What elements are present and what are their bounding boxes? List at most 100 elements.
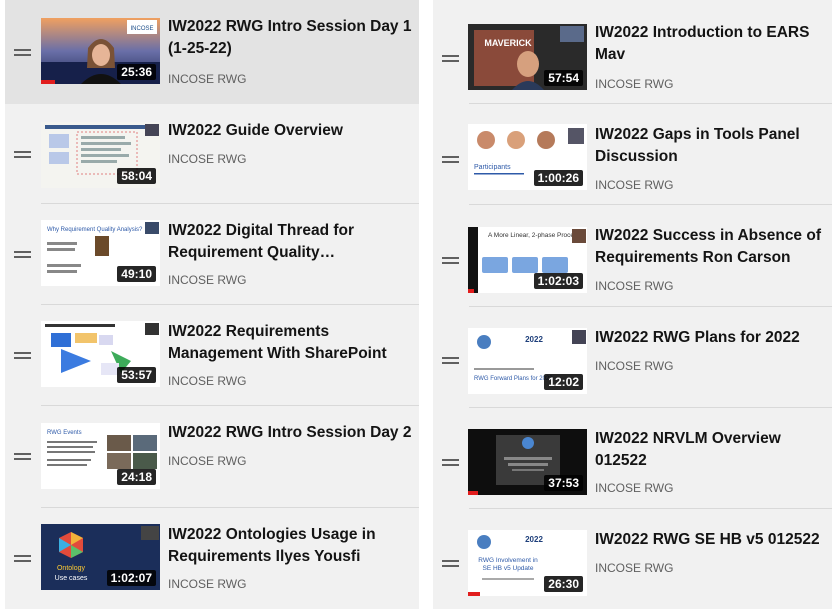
playlist-item[interactable]: Why Requirement Quality Analysis? 49:10 … <box>5 204 419 305</box>
thumbnail-heading-text: Why Requirement Quality Analysis? <box>47 227 143 233</box>
thumbnail-logo-text: INCOSE <box>130 26 153 32</box>
video-duration: 12:02 <box>544 374 583 390</box>
channel-name[interactable]: INCOSE RWG <box>168 152 246 166</box>
playlist-item[interactable]: INCOSE 25:36 IW2022 RWG Intro Session Da… <box>5 0 419 104</box>
playlist-column-right: MAVERICK 57:54 IW2022 Introduction to EA… <box>433 0 832 609</box>
video-duration: 25:36 <box>117 64 156 80</box>
title-line: IW2022 RWG Intro Session Day 2 <box>168 424 412 441</box>
video-thumbnail[interactable]: Participants 1:00:26 <box>468 124 587 190</box>
drag-handle-icon[interactable] <box>442 55 459 62</box>
playlist-item[interactable]: 53:57 IW2022 Requirements Management Wit… <box>5 305 419 406</box>
video-duration: 57:54 <box>544 70 583 86</box>
video-duration: 24:18 <box>117 469 156 485</box>
watch-progress-bar <box>468 491 478 495</box>
drag-handle-icon[interactable] <box>442 257 459 264</box>
thumbnail-year-text: 2022 <box>525 335 543 344</box>
thumbnail-caption-text: RWG Forward Plans for 2022 <box>474 376 553 382</box>
title-line: IW2022 RWG Plans for 2022 <box>595 329 800 346</box>
video-thumbnail[interactable]: Ontology Use cases 1:02:07 <box>41 524 160 590</box>
thumbnail-sign-text: MAVERICK <box>484 38 532 48</box>
title-line: Mav <box>595 46 626 63</box>
title-line: IW2022 Success in Absence of <box>595 227 821 244</box>
video-title[interactable]: IW2022 Success in Absence of Requirement… <box>595 225 821 269</box>
channel-name[interactable]: INCOSE RWG <box>595 481 673 495</box>
thumbnail-label-text: Ontology <box>57 565 86 572</box>
playlist-item[interactable]: 58:04 IW2022 Guide Overview INCOSE RWG <box>5 104 419 204</box>
playlist-item[interactable]: 2022 RWG Involvement in SE HB v5 Update … <box>433 509 832 609</box>
video-thumbnail[interactable]: 53:57 <box>41 321 160 387</box>
video-duration: 53:57 <box>117 367 156 383</box>
drag-handle-icon[interactable] <box>442 156 459 163</box>
video-title[interactable]: IW2022 Guide Overview <box>168 120 343 142</box>
video-duration: 1:02:07 <box>106 570 156 586</box>
title-line: IW2022 NRVLM Overview <box>595 430 781 447</box>
playlist-item[interactable]: A More Linear, 2-phase Process 1:02:03 I… <box>433 205 832 307</box>
title-line: Requirements Ilyes Yousfi <box>168 548 361 565</box>
channel-name[interactable]: INCOSE RWG <box>595 178 673 192</box>
video-thumbnail[interactable]: INCOSE 25:36 <box>41 18 160 84</box>
channel-name[interactable]: INCOSE RWG <box>168 454 246 468</box>
channel-name[interactable]: INCOSE RWG <box>168 273 246 287</box>
channel-name[interactable]: INCOSE RWG <box>595 359 673 373</box>
title-line: IW2022 Ontologies Usage in <box>168 526 376 543</box>
title-line: IW2022 Requirements <box>168 323 330 340</box>
watch-progress-bar <box>41 80 56 84</box>
playlist-item[interactable]: 2022 RWG Forward Plans for 2022 12:02 IW… <box>433 307 832 408</box>
channel-name[interactable]: INCOSE RWG <box>168 72 246 86</box>
video-title[interactable]: IW2022 RWG Plans for 2022 <box>595 327 800 349</box>
title-line: (1-25-22) <box>168 40 232 57</box>
video-thumbnail[interactable]: Why Requirement Quality Analysis? 49:10 <box>41 220 160 286</box>
channel-name[interactable]: INCOSE RWG <box>595 279 673 293</box>
playlist-item[interactable]: Participants 1:00:26 IW2022 Gaps in Tool… <box>433 104 832 205</box>
video-title[interactable]: IW2022 RWG Intro Session Day 1 (1-25-22) <box>168 16 411 60</box>
thumbnail-year-text: 2022 <box>525 535 543 544</box>
thumbnail-heading-text: Participants <box>474 164 511 171</box>
drag-handle-icon[interactable] <box>14 151 31 158</box>
channel-name[interactable]: INCOSE RWG <box>168 374 246 388</box>
drag-handle-icon[interactable] <box>442 560 459 567</box>
thumbnail-heading-text: RWG Events <box>47 430 82 436</box>
playlist-item[interactable]: RWG Events 24:18 IW2022 RWG Intro Sessio… <box>5 406 419 508</box>
video-thumbnail[interactable]: 2022 RWG Involvement in SE HB v5 Update … <box>468 530 587 596</box>
drag-handle-icon[interactable] <box>442 357 459 364</box>
channel-name[interactable]: INCOSE RWG <box>595 561 673 575</box>
drag-handle-icon[interactable] <box>14 453 31 460</box>
video-title[interactable]: IW2022 Introduction to EARS Mav <box>595 22 809 66</box>
title-line: IW2022 Guide Overview <box>168 122 343 139</box>
video-thumbnail[interactable]: A More Linear, 2-phase Process 1:02:03 <box>468 227 587 293</box>
title-line: IW2022 Digital Thread for <box>168 222 355 239</box>
thumbnail-caption-text: SE HB v5 Update <box>483 565 534 572</box>
video-title[interactable]: IW2022 Gaps in Tools Panel Discussion <box>595 124 800 168</box>
video-title[interactable]: IW2022 NRVLM Overview 012522 <box>595 428 781 472</box>
playlist-item[interactable]: Ontology Use cases 1:02:07 IW2022 Ontolo… <box>5 508 419 609</box>
video-title[interactable]: IW2022 RWG Intro Session Day 2 <box>168 422 411 444</box>
drag-handle-icon[interactable] <box>14 352 31 359</box>
title-line: Requirement Quality… <box>168 244 336 261</box>
video-thumbnail[interactable]: MAVERICK 57:54 <box>468 24 587 90</box>
video-thumbnail[interactable]: 37:53 <box>468 429 587 495</box>
video-title[interactable]: IW2022 Ontologies Usage in Requirements … <box>168 524 376 568</box>
drag-handle-icon[interactable] <box>442 459 459 466</box>
drag-handle-icon[interactable] <box>14 555 31 562</box>
channel-name[interactable]: INCOSE RWG <box>595 77 673 91</box>
video-title[interactable]: IW2022 Digital Thread for Requirement Qu… <box>168 220 354 264</box>
video-duration: 49:10 <box>117 266 156 282</box>
video-title[interactable]: IW2022 Requirements Management With Shar… <box>168 321 387 365</box>
video-title[interactable]: IW2022 RWG SE HB v5 012522 <box>595 529 820 551</box>
video-thumbnail[interactable]: RWG Events 24:18 <box>41 423 160 489</box>
channel-name[interactable]: INCOSE RWG <box>168 577 246 591</box>
drag-handle-icon[interactable] <box>14 49 31 56</box>
video-duration: 1:02:03 <box>533 273 583 289</box>
thumbnail-label-text: Use cases <box>55 575 88 582</box>
video-thumbnail[interactable]: 58:04 <box>41 122 160 188</box>
playlist-item[interactable]: MAVERICK 57:54 IW2022 Introduction to EA… <box>433 0 832 104</box>
thumbnail-caption-text: RWG Involvement in <box>478 557 538 564</box>
video-thumbnail[interactable]: 2022 RWG Forward Plans for 2022 12:02 <box>468 328 587 394</box>
title-line: IW2022 RWG Intro Session Day 1 <box>168 18 412 35</box>
video-duration: 26:30 <box>544 576 583 592</box>
drag-handle-icon[interactable] <box>14 251 31 258</box>
title-line: Discussion <box>595 148 678 165</box>
title-line: 012522 <box>595 452 647 469</box>
playlist-item[interactable]: 37:53 IW2022 NRVLM Overview 012522 INCOS… <box>433 408 832 509</box>
video-duration: 1:00:26 <box>533 170 583 186</box>
